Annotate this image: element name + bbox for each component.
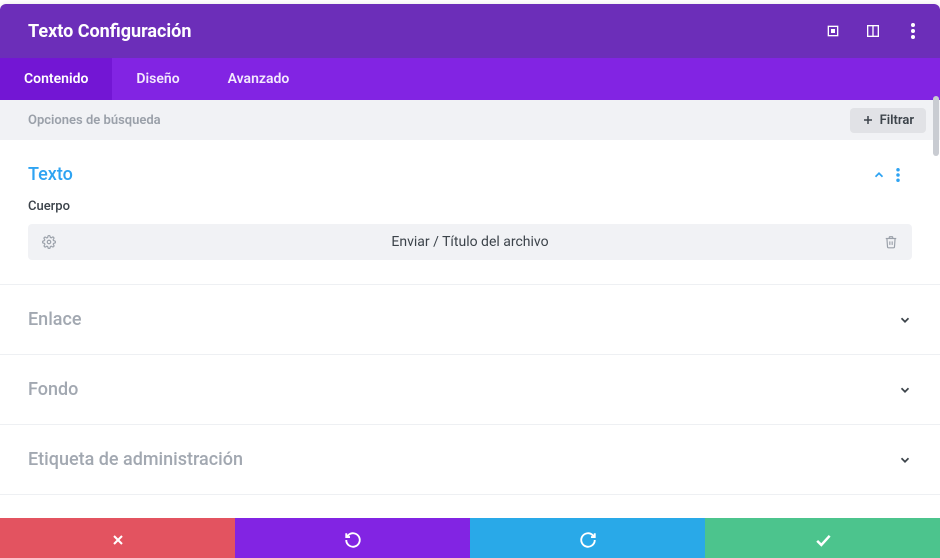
tab-label: Avanzado	[228, 71, 290, 87]
undo-button[interactable]	[235, 518, 470, 558]
section-fondo: Fondo	[0, 355, 940, 425]
section-header[interactable]: Enlace	[28, 309, 912, 330]
module-settings-modal: Texto Configuración Contenido Diseño Ava…	[0, 4, 940, 558]
chevron-down-icon	[898, 383, 912, 397]
section-header[interactable]: Etiqueta de administración	[28, 449, 912, 470]
plus-icon	[862, 114, 874, 126]
check-icon	[813, 530, 833, 550]
section-toggle[interactable]	[898, 313, 912, 327]
trash-icon[interactable]	[884, 235, 898, 249]
section-enlace: Enlace	[0, 285, 940, 355]
modal-header: Texto Configuración	[0, 4, 940, 58]
modal-content: Texto Cuerpo Enviar / Título del archivo	[0, 140, 940, 518]
kebab-menu-icon[interactable]	[896, 168, 912, 182]
section-title: Etiqueta de administración	[28, 449, 898, 470]
redo-icon	[579, 531, 597, 549]
search-placeholder[interactable]: Opciones de búsqueda	[28, 113, 850, 128]
section-header[interactable]: Fondo	[28, 379, 912, 400]
field-label-cuerpo: Cuerpo	[28, 199, 912, 214]
section-header[interactable]: Texto	[28, 164, 912, 185]
undo-icon	[344, 531, 362, 549]
tab-label: Contenido	[24, 71, 88, 87]
section-texto: Texto Cuerpo Enviar / Título del archivo	[0, 140, 940, 285]
gear-icon[interactable]	[42, 235, 56, 249]
cancel-button[interactable]	[0, 518, 235, 558]
dynamic-content-field[interactable]: Enviar / Título del archivo	[28, 224, 912, 260]
section-toggle[interactable]	[872, 168, 912, 182]
section-title: Enlace	[28, 309, 898, 330]
chevron-down-icon	[898, 313, 912, 327]
filter-button[interactable]: Filtrar	[850, 108, 926, 133]
section-etiqueta: Etiqueta de administración	[0, 425, 940, 495]
filter-bar: Opciones de búsqueda Filtrar	[0, 100, 940, 140]
header-actions	[822, 20, 924, 42]
confirm-button[interactable]	[705, 518, 940, 558]
expand-icon[interactable]	[862, 20, 884, 42]
scrollbar-thumb[interactable]	[933, 96, 939, 156]
section-title: Texto	[28, 164, 872, 185]
filter-button-label: Filtrar	[880, 113, 914, 128]
tab-label: Diseño	[136, 71, 179, 87]
section-toggle[interactable]	[898, 453, 912, 467]
tab-contenido[interactable]: Contenido	[0, 58, 112, 100]
section-title: Fondo	[28, 379, 898, 400]
tab-diseno[interactable]: Diseño	[112, 58, 203, 100]
portability-icon[interactable]	[822, 20, 844, 42]
field-value: Enviar / Título del archivo	[56, 234, 884, 250]
redo-button[interactable]	[470, 518, 705, 558]
tab-avanzado[interactable]: Avanzado	[204, 58, 314, 100]
tabs-bar: Contenido Diseño Avanzado	[0, 58, 940, 100]
modal-title: Texto Configuración	[28, 21, 822, 42]
modal-footer	[0, 518, 940, 558]
section-toggle[interactable]	[898, 383, 912, 397]
kebab-menu-icon[interactable]	[902, 20, 924, 42]
close-icon	[110, 532, 126, 548]
chevron-down-icon	[898, 453, 912, 467]
chevron-up-icon	[872, 168, 886, 182]
